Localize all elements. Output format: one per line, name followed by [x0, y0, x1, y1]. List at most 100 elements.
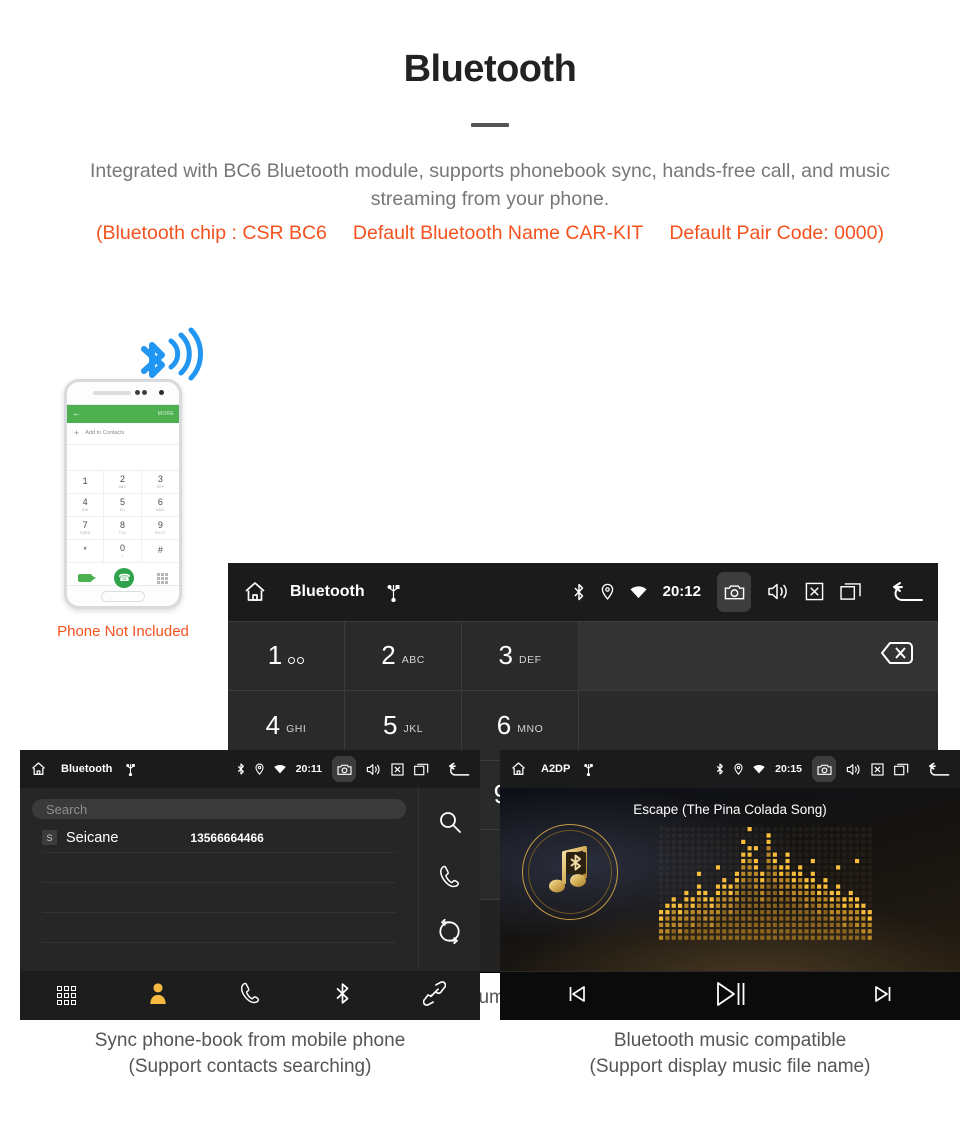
page-title: Bluetooth — [403, 48, 577, 90]
music-title: A2DP — [541, 763, 571, 775]
usb-icon — [387, 582, 400, 602]
album-art — [522, 824, 618, 920]
usb-icon — [584, 762, 594, 776]
phone-key-letters: GHI — [81, 507, 89, 512]
phone-key: 2 ABC — [104, 470, 142, 494]
phonebook-clock: 20:11 — [295, 763, 322, 775]
wifi-icon — [630, 585, 647, 599]
phonebook-caption-line1: Sync phone-book from mobile phone — [94, 1030, 406, 1051]
recent-apps-icon[interactable] — [894, 763, 909, 776]
phonebook-tab-bar — [20, 971, 480, 1020]
location-pin-icon — [734, 763, 743, 775]
dialer-title: Bluetooth — [290, 582, 365, 600]
volume-icon[interactable] — [846, 763, 861, 776]
phone-key-digit: * — [83, 544, 87, 555]
volume-icon[interactable] — [767, 582, 789, 601]
dial-key-letters: ABC — [401, 653, 425, 666]
backspace-icon[interactable] — [868, 638, 916, 673]
link-chain-icon — [422, 980, 446, 1011]
phone-key: 1 — [67, 470, 105, 494]
recent-apps-icon[interactable] — [414, 763, 429, 776]
phone-number-field — [67, 445, 179, 471]
phone-add-contact-row: + Add to Contacts — [67, 423, 179, 445]
close-box-icon[interactable] — [805, 582, 824, 601]
phone-earpiece-area — [67, 382, 179, 404]
next-track-button[interactable] — [807, 983, 960, 1010]
camera-icon[interactable] — [717, 571, 751, 612]
close-box-icon[interactable] — [871, 762, 884, 776]
contact-row[interactable]: S Seicane 13566664466 — [42, 823, 396, 853]
location-pin-icon — [601, 583, 614, 600]
camera-icon[interactable] — [812, 756, 836, 782]
dialed-number-display[interactable] — [579, 621, 938, 692]
song-title: Escape (The Pina Colada Song) — [633, 802, 827, 817]
phone-key-digit: 0 — [119, 542, 125, 553]
contact-row-empty — [42, 853, 396, 883]
dot-matrix-equalizer — [659, 827, 872, 940]
phone-not-included-note: Phone Not Included — [57, 622, 189, 640]
phone-key-digit: 2 — [119, 473, 125, 484]
dial-key-letters: GHI — [286, 723, 307, 736]
back-arrow-icon[interactable] — [890, 581, 924, 603]
dialpad-icon — [56, 986, 76, 1005]
music-status-bar: A2DP 20:15 — [500, 750, 960, 788]
voicemail-icon — [288, 647, 305, 665]
search-placeholder: Search — [46, 801, 88, 817]
phone-key: 7 PQRS — [67, 516, 105, 540]
person-icon — [147, 981, 169, 1010]
phonebook-body: Search S Seicane 13566664466 — [20, 788, 480, 971]
phone-key-digit: 4 — [82, 496, 88, 507]
dialer-status-bar: Bluetooth 20:12 — [228, 562, 938, 621]
spec-bt-name: Default Bluetooth Name CAR-KIT — [352, 221, 644, 244]
contact-row-empty — [42, 913, 396, 943]
phone-sensor-icon — [135, 389, 140, 395]
music-controls — [500, 971, 960, 1020]
dialer-clock: 20:12 — [662, 583, 701, 601]
phone-front-camera-icon — [159, 389, 164, 395]
phone-key-digit: 1 — [82, 475, 88, 486]
phone-key-letters: MNO — [156, 507, 165, 512]
recent-apps-icon[interactable] — [840, 582, 862, 601]
back-arrow-icon[interactable] — [927, 762, 950, 777]
phone-key: 3 DEF — [141, 471, 179, 494]
phonebook-caption-line2: (Support contacts searching) — [128, 1055, 372, 1077]
phone-key-letters: TUV — [118, 530, 127, 535]
phone-handset-icon[interactable] — [438, 864, 461, 894]
tab-contacts[interactable] — [112, 981, 204, 1010]
search-icon[interactable] — [438, 810, 462, 839]
previous-track-button[interactable] — [500, 983, 653, 1010]
home-icon[interactable] — [510, 761, 527, 777]
dial-key-3[interactable]: 3 DEF — [462, 621, 579, 692]
volume-icon[interactable] — [366, 763, 381, 776]
tab-call-log[interactable] — [204, 981, 296, 1010]
tab-bluetooth[interactable] — [296, 981, 388, 1011]
phone-key: * — [67, 539, 105, 563]
phone-more-label: MORE — [157, 410, 174, 417]
home-icon[interactable] — [30, 761, 47, 777]
phonebook-title: Bluetooth — [61, 763, 113, 775]
dial-key-digit: 2 — [381, 640, 396, 671]
bluetooth-music-note-icon — [549, 846, 587, 893]
play-pause-button[interactable] — [653, 979, 806, 1014]
contact-name: Seicane — [66, 829, 119, 846]
dial-key-digit: 3 — [498, 640, 513, 671]
phone-keypad: 1 2 ABC 3 DEF 4 GHI 5 JKL 6 MNO 7 PQRS 8 TUV 9W… — [67, 470, 179, 563]
phonebook-caption: Sync phone-book from mobile phone (Suppo… — [20, 1028, 480, 1079]
close-box-icon[interactable] — [391, 762, 404, 776]
camera-icon[interactable] — [332, 756, 356, 782]
tab-dialpad[interactable] — [20, 986, 112, 1005]
phone-home-button-area — [67, 586, 179, 606]
bluetooth-icon — [334, 981, 351, 1011]
phone-screen: ← MORE + Add to Contacts 1 2 ABC 3 DEF 4 GH… — [67, 403, 179, 589]
home-icon[interactable] — [242, 580, 268, 604]
dial-key-digit: 5 — [382, 709, 398, 740]
dial-key-1[interactable]: 1 — [228, 621, 345, 692]
phone-key-digit: 5 — [119, 496, 125, 507]
back-arrow-icon[interactable] — [447, 762, 470, 777]
contact-row-empty — [42, 883, 396, 913]
spec-chip: (Bluetooth chip : CSR BC6 — [96, 221, 327, 244]
sync-icon[interactable] — [437, 918, 462, 949]
search-input[interactable]: Search — [32, 799, 406, 819]
dial-key-2[interactable]: 2 ABC — [345, 621, 462, 692]
tab-pair-link[interactable] — [388, 980, 480, 1011]
